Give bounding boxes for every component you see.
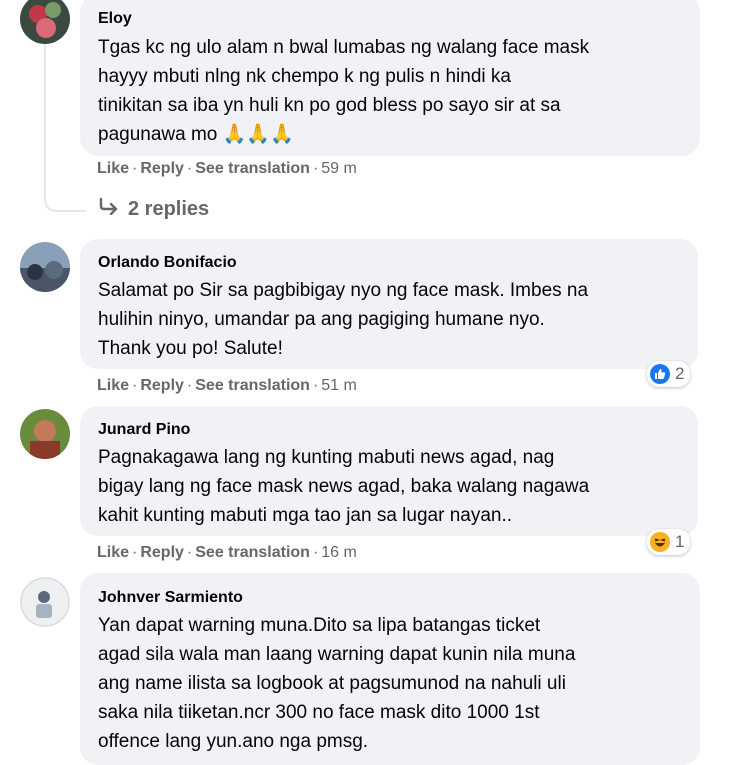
comment-line: offence lang yun.ano nga pmsg. bbox=[98, 731, 369, 752]
avatar[interactable] bbox=[20, 577, 70, 627]
avatar[interactable] bbox=[20, 242, 70, 292]
like-reaction-icon bbox=[650, 364, 670, 384]
reply-button[interactable]: Reply bbox=[140, 544, 184, 561]
comment-line: kahit kunting mabuti mga tao jan sa luga… bbox=[98, 505, 513, 526]
timestamp[interactable]: 59 m bbox=[321, 160, 357, 177]
comment-actions: Like · Reply · See translation · 59 m bbox=[97, 160, 357, 177]
avatar-image-icon bbox=[20, 409, 70, 459]
haha-reaction-icon bbox=[650, 532, 670, 552]
comment-line: tinikitan sa iba yn huli kn po god bless… bbox=[98, 95, 561, 116]
comment-line: pagunawa mo bbox=[98, 124, 218, 145]
reply-button[interactable]: Reply bbox=[140, 377, 184, 394]
comment-line: Thank you po! Salute! bbox=[98, 338, 283, 359]
reply-button[interactable]: Reply bbox=[140, 160, 184, 177]
comment-line: ang name ilista sa logbook at pagsumunod… bbox=[98, 673, 566, 694]
comment-line: hayyy mbuti nlng nk chempo k ng pulis n … bbox=[98, 66, 511, 87]
like-button[interactable]: Like bbox=[97, 544, 129, 561]
comment-text: Tgas kc ng ulo alam n bwal lumabas ng wa… bbox=[98, 33, 682, 149]
comment-author[interactable]: Junard Pino bbox=[98, 419, 680, 441]
avatar[interactable] bbox=[20, 409, 70, 459]
comment-line: hulihin ninyo, umandar pa ang pagiging h… bbox=[98, 309, 545, 330]
timestamp[interactable]: 51 m bbox=[321, 377, 357, 394]
comment-line: agad sila wala man laang warning dapat k… bbox=[98, 644, 576, 665]
comment-text: Pagnakagawa lang ng kunting mabuti news … bbox=[98, 443, 680, 530]
reaction-count: 1 bbox=[675, 532, 685, 551]
reaction-count: 2 bbox=[675, 364, 685, 383]
comment-line: Salamat po Sir sa pagbibigay nyo ng face… bbox=[98, 280, 589, 301]
comment-line: Pagnakagawa lang ng kunting mabuti news … bbox=[98, 447, 555, 468]
comment-bubble: Orlando Bonifacio Salamat po Sir sa pagb… bbox=[80, 239, 698, 369]
comment-line: Yan dapat warning muna.Dito sa lipa bata… bbox=[98, 615, 541, 636]
avatar-image-icon bbox=[20, 242, 70, 292]
see-translation-link[interactable]: See translation bbox=[195, 544, 310, 561]
like-button[interactable]: Like bbox=[97, 160, 129, 177]
reaction-summary[interactable]: 1 bbox=[647, 529, 691, 555]
see-translation-link[interactable]: See translation bbox=[195, 377, 310, 394]
comment-text: Salamat po Sir sa pagbibigay nyo ng face… bbox=[98, 276, 680, 363]
comment-author[interactable]: Orlando Bonifacio bbox=[98, 252, 680, 274]
avatar-image-icon bbox=[20, 577, 70, 627]
avatar-image-icon bbox=[20, 0, 70, 44]
comment-bubble: Johnver Sarmiento Yan dapat warning muna… bbox=[80, 573, 700, 765]
comment-author[interactable]: Johnver Sarmiento bbox=[98, 587, 682, 609]
comment-line: bigay lang ng face mask news agad, baka … bbox=[98, 476, 590, 497]
comment-actions: Like · Reply · See translation · 16 m bbox=[97, 544, 357, 561]
comment-author[interactable]: Eloy bbox=[98, 8, 682, 30]
comment-text: Yan dapat warning muna.Dito sa lipa bata… bbox=[98, 611, 682, 756]
comment-bubble: Junard Pino Pagnakagawa lang ng kunting … bbox=[80, 406, 698, 536]
reply-arrow-icon bbox=[98, 196, 120, 222]
reaction-summary[interactable]: 2 bbox=[647, 361, 691, 387]
comment-actions: Like · Reply · See translation · 51 m bbox=[97, 377, 357, 394]
timestamp[interactable]: 16 m bbox=[321, 544, 357, 561]
comment-line: saka nila tiiketan.ncr 300 no face mask … bbox=[98, 702, 540, 723]
avatar[interactable] bbox=[20, 0, 70, 44]
replies-count: 2 replies bbox=[128, 198, 210, 220]
view-replies-button[interactable]: 2 replies bbox=[98, 196, 209, 222]
see-translation-link[interactable]: See translation bbox=[195, 160, 310, 177]
comment-bubble: Eloy Tgas kc ng ulo alam n bwal lumabas … bbox=[80, 0, 700, 156]
like-button[interactable]: Like bbox=[97, 377, 129, 394]
praying-hands-emoji-icon: 🙏🙏🙏 bbox=[222, 124, 294, 145]
comment-line: Tgas kc ng ulo alam n bwal lumabas ng wa… bbox=[98, 37, 590, 58]
